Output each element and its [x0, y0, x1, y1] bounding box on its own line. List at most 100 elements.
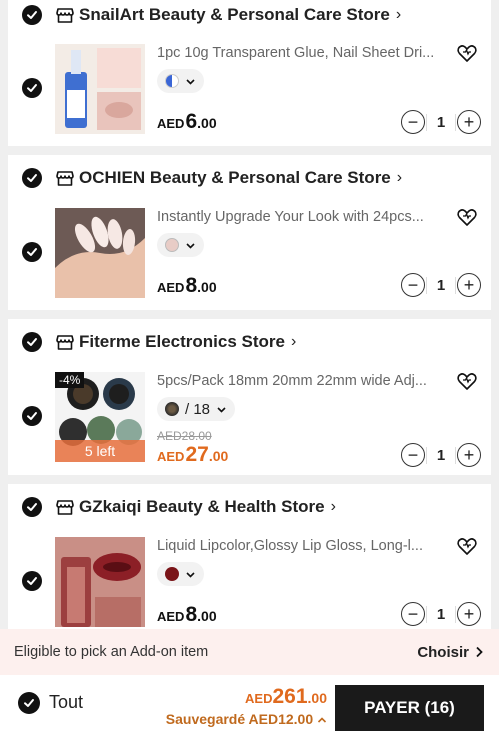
increase-quantity-button[interactable]: + — [457, 273, 481, 297]
variant-selector[interactable]: / 18 — [157, 397, 236, 421]
price-decimal: .00 — [197, 279, 217, 295]
variant-selector[interactable] — [157, 233, 204, 257]
product-title[interactable]: Instantly Upgrade Your Look with 24pcs..… — [157, 209, 447, 225]
checkmark-icon — [24, 699, 34, 707]
product-title[interactable]: Liquid Lipcolor,Glossy Lip Gloss, Long-l… — [157, 538, 447, 554]
store-link[interactable]: SnailArt Beauty & Personal Care Store › — [56, 3, 401, 27]
store-link[interactable]: OCHIEN Beauty & Personal Care Store › — [56, 166, 402, 190]
quantity-stepper: − 1 + — [401, 602, 481, 626]
item-price: AED 27 .00 — [157, 443, 228, 467]
checkmark-icon — [27, 338, 37, 346]
price-decimal: .00 — [197, 115, 217, 131]
store-link[interactable]: GZkaiqi Beauty & Health Store › — [56, 495, 336, 519]
total-price: AED 261 .00 — [245, 685, 327, 709]
store-name: OCHIEN Beauty & Personal Care Store — [79, 168, 391, 187]
total-decimal: .00 — [307, 690, 327, 706]
checkmark-icon — [27, 577, 37, 585]
decrease-quantity-button[interactable]: − — [401, 602, 425, 626]
shop-icon — [56, 171, 74, 186]
store-card: SnailArt Beauty & Personal Care Store › … — [8, 0, 491, 146]
select-all-checkbox[interactable] — [18, 692, 40, 714]
store-select-checkbox[interactable] — [22, 497, 42, 517]
product-image-lip-gloss[interactable] — [55, 537, 145, 627]
shop-icon — [56, 500, 74, 515]
wishlist-heart-icon[interactable] — [456, 370, 478, 392]
checkmark-icon — [27, 412, 37, 420]
price-integer: 8 — [185, 603, 198, 626]
quantity-stepper: − 1 + — [401, 443, 481, 467]
quantity-value: 1 — [426, 605, 456, 623]
product-image-nail-glue[interactable] — [55, 44, 145, 134]
wishlist-heart-icon[interactable] — [456, 535, 478, 557]
store-select-checkbox[interactable] — [22, 332, 42, 352]
color-swatch — [165, 238, 179, 252]
watch-band-swatch — [165, 402, 179, 416]
price-integer: 27 — [185, 443, 209, 466]
item-select-checkbox[interactable] — [22, 78, 42, 98]
item-select-checkbox[interactable] — [22, 406, 42, 426]
item-select-checkbox[interactable] — [22, 571, 42, 591]
chevron-right-icon: › — [395, 6, 402, 23]
increase-quantity-button[interactable]: + — [457, 443, 481, 467]
item-select-checkbox[interactable] — [22, 242, 42, 262]
chevron-right-icon: › — [290, 333, 297, 350]
decrease-quantity-button[interactable]: − — [401, 443, 425, 467]
chevron-right-icon: › — [396, 169, 403, 186]
store-card: Fiterme Electronics Store › -4% 5 left 5… — [8, 319, 491, 475]
stock-left-badge: 5 left — [55, 440, 145, 462]
savings-text: Sauvegardé AED12.00 — [165, 711, 314, 727]
total-currency: AED — [245, 691, 273, 706]
discount-badge: -4% — [55, 372, 85, 388]
color-swatch — [165, 567, 179, 581]
wishlist-heart-icon[interactable] — [456, 42, 478, 64]
original-price: AED28.00 — [157, 429, 212, 443]
store-name: SnailArt Beauty & Personal Care Store — [79, 5, 390, 24]
addon-banner: Eligible to pick an Add-on item Choisir — [0, 629, 499, 675]
chevron-down-icon — [217, 406, 226, 413]
price-integer: 8 — [185, 274, 198, 297]
wishlist-heart-icon[interactable] — [456, 206, 478, 228]
quantity-value: 1 — [426, 276, 456, 294]
store-link[interactable]: Fiterme Electronics Store › — [56, 330, 296, 354]
price-currency: AED — [157, 449, 185, 464]
checkmark-icon — [27, 248, 37, 256]
product-image-press-on-nails[interactable] — [55, 208, 145, 298]
chevron-down-icon — [186, 571, 195, 578]
price-decimal: .00 — [208, 448, 229, 464]
color-swatch — [165, 74, 179, 88]
select-all-label[interactable]: Tout — [49, 692, 83, 713]
chevron-down-icon — [186, 78, 195, 85]
increase-quantity-button[interactable]: + — [457, 602, 481, 626]
product-image-watch-bands[interactable]: -4% 5 left — [55, 372, 145, 462]
store-select-checkbox[interactable] — [22, 5, 42, 25]
cart-page: SnailArt Beauty & Personal Care Store › … — [0, 0, 499, 731]
store-select-checkbox[interactable] — [22, 168, 42, 188]
quantity-value: 1 — [426, 446, 456, 464]
price-integer: 6 — [185, 110, 198, 133]
checkmark-icon — [27, 174, 37, 182]
checkmark-icon — [27, 84, 37, 92]
store-card: GZkaiqi Beauty & Health Store › Liquid L… — [8, 484, 491, 640]
choose-addon-link[interactable]: Choisir — [417, 644, 483, 661]
checkout-footer: Tout AED 261 .00 Sauvegardé AED12.00 PAY… — [0, 675, 499, 731]
price-currency: AED — [157, 116, 185, 131]
product-title[interactable]: 5pcs/Pack 18mm 20mm 22mm wide Adj... — [157, 373, 447, 389]
variant-selector[interactable] — [157, 69, 204, 93]
increase-quantity-button[interactable]: + — [457, 110, 481, 134]
item-price: AED 8 .00 — [157, 274, 217, 298]
item-price: AED 6 .00 — [157, 110, 217, 134]
quantity-stepper: − 1 + — [401, 110, 481, 134]
savings-toggle[interactable]: Sauvegardé AED12.00 — [166, 711, 327, 727]
pay-button[interactable]: PAYER (16) — [335, 685, 484, 731]
variant-selector[interactable] — [157, 562, 204, 586]
decrease-quantity-button[interactable]: − — [401, 273, 425, 297]
shop-icon — [56, 335, 74, 350]
item-price: AED 8 .00 — [157, 603, 217, 627]
product-title[interactable]: 1pc 10g Transparent Glue, Nail Sheet Dri… — [157, 45, 447, 61]
store-name: Fiterme Electronics Store — [79, 332, 285, 351]
price-decimal: .00 — [197, 608, 217, 624]
shop-icon — [56, 8, 74, 23]
quantity-value: 1 — [426, 113, 456, 131]
price-currency: AED — [157, 280, 185, 295]
decrease-quantity-button[interactable]: − — [401, 110, 425, 134]
